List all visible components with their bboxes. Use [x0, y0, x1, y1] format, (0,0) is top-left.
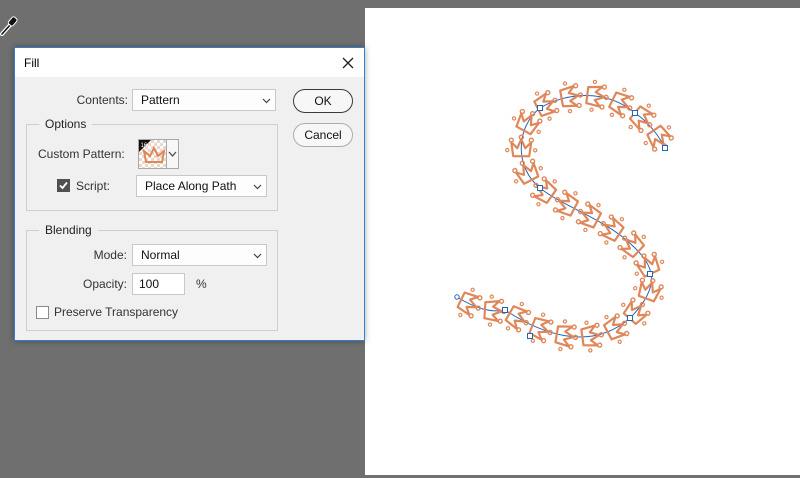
path-artwork: [454, 79, 674, 353]
script-value: Place Along Path: [145, 179, 237, 193]
checkmark-icon: [59, 181, 68, 190]
path-anchor-point: [502, 307, 508, 313]
crown-pattern-icon: 16: [139, 140, 167, 168]
script-label: Script:: [76, 179, 111, 193]
mode-label: Mode:: [93, 248, 127, 262]
pattern-dropdown-button[interactable]: [166, 139, 179, 169]
ok-button[interactable]: OK: [293, 89, 353, 113]
blending-title: Blending: [39, 223, 98, 237]
chevron-down-icon: [262, 98, 271, 104]
contents-select[interactable]: Pattern: [132, 89, 276, 111]
path-anchor-point: [662, 145, 668, 151]
opacity-value: 100: [139, 277, 160, 291]
dialog-titlebar[interactable]: Fill: [15, 48, 364, 77]
opacity-input[interactable]: 100: [132, 273, 185, 295]
contents-label: Contents:: [76, 93, 128, 107]
pattern-swatch[interactable]: 16: [138, 139, 168, 169]
close-button[interactable]: [332, 48, 364, 77]
script-checkbox[interactable]: [57, 179, 70, 192]
options-title: Options: [39, 117, 93, 131]
cancel-button[interactable]: Cancel: [293, 123, 353, 147]
dialog-title: Fill: [24, 56, 40, 70]
path-anchor-point: [632, 110, 638, 116]
preserve-transparency-label[interactable]: Preserve Transparency: [54, 305, 178, 319]
document-canvas[interactable]: [365, 8, 800, 475]
pattern-badge: 16: [141, 143, 148, 149]
path-anchor-point: [527, 333, 533, 339]
opacity-unit: %: [196, 277, 207, 291]
path-anchor-point: [647, 271, 653, 277]
chevron-down-icon: [253, 184, 262, 190]
path-anchor-point: [537, 105, 543, 111]
mode-select[interactable]: Normal: [132, 244, 267, 266]
fill-dialog: Fill Contents: Pattern OK Cancel Options…: [14, 47, 365, 341]
close-icon: [342, 57, 354, 68]
work-path: [456, 95, 666, 338]
custom-pattern-label: Custom Pattern:: [38, 147, 125, 161]
script-select[interactable]: Place Along Path: [136, 175, 267, 197]
path-anchor-point: [627, 315, 633, 321]
preserve-transparency-checkbox[interactable]: [36, 306, 49, 319]
chevron-down-icon: [253, 253, 262, 259]
mode-value: Normal: [141, 248, 180, 262]
opacity-label: Opacity:: [82, 277, 127, 291]
path-anchor-point: [454, 294, 460, 300]
chevron-down-icon: [168, 151, 177, 157]
path-anchor-point: [537, 185, 543, 191]
contents-value: Pattern: [141, 93, 180, 107]
eyedropper-icon: [0, 14, 20, 36]
